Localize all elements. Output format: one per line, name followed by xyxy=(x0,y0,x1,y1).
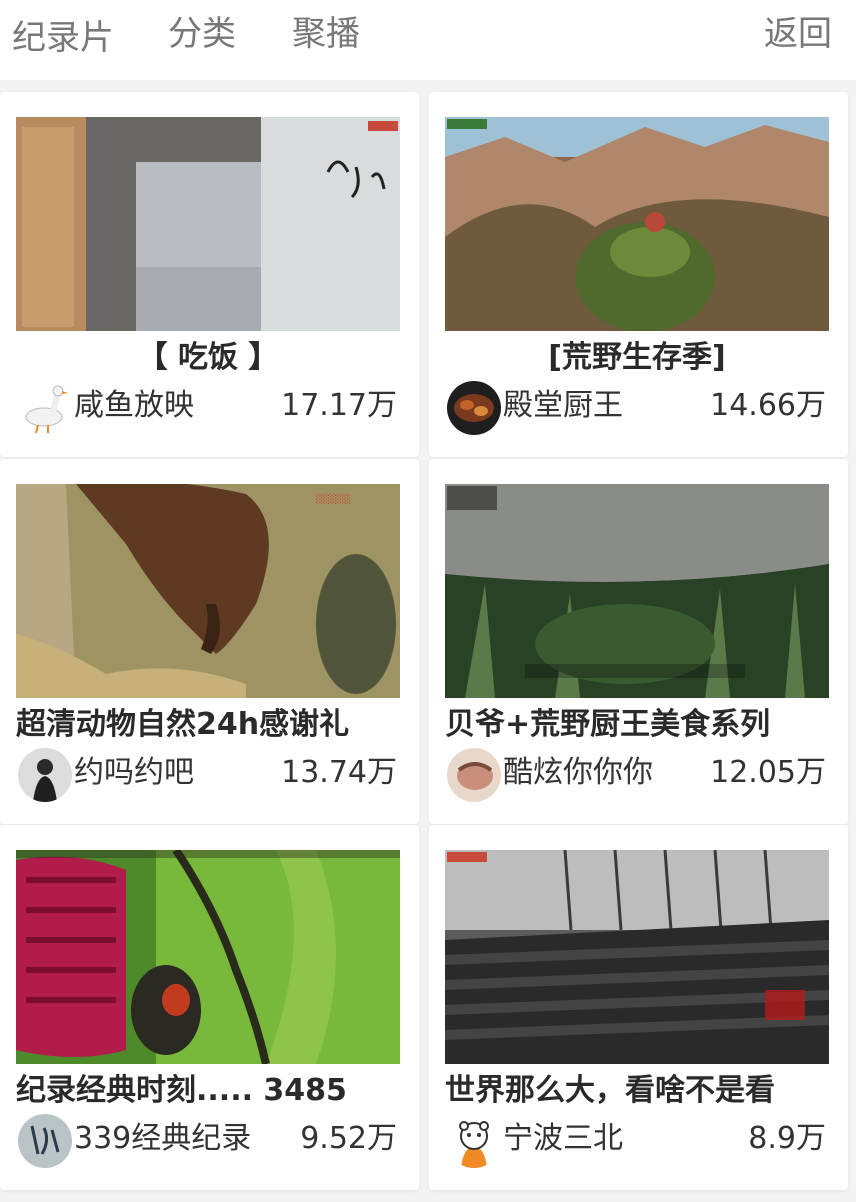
video-card[interactable]: 贝爷+荒野厨王美食系列 酷炫你你你 12.05万 xyxy=(429,459,848,824)
goose-icon[interactable] xyxy=(18,381,72,435)
video-thumbnail[interactable] xyxy=(445,850,829,1064)
face-avatar[interactable] xyxy=(447,748,501,802)
video-title[interactable]: 超清动物自然24h感谢礼 xyxy=(16,703,400,747)
uploader-name[interactable]: 殿堂厨王 xyxy=(503,384,703,428)
nav-tab-aggregate[interactable]: 聚播 xyxy=(292,12,360,56)
calligraphy-avatar[interactable] xyxy=(18,1114,72,1168)
video-title[interactable]: [荒野生存季] xyxy=(445,336,829,380)
person-avatar[interactable] xyxy=(18,748,72,802)
video-title[interactable]: 贝爷+荒野厨王美食系列 xyxy=(445,703,829,747)
video-card[interactable]: ░░░░░ 超清动物自然24h感谢礼 约吗约吧 13.74万 xyxy=(0,459,419,824)
food-avatar[interactable] xyxy=(447,381,501,435)
back-button[interactable]: 返回 xyxy=(764,12,832,56)
video-thumbnail[interactable] xyxy=(16,850,400,1064)
uploader-name[interactable]: 339经典纪录 xyxy=(74,1117,274,1161)
video-thumbnail[interactable]: ░░░░░ xyxy=(16,484,400,698)
cartoon-bear-avatar[interactable] xyxy=(447,1114,501,1168)
uploader-name[interactable]: 宁波三北 xyxy=(503,1117,703,1161)
view-count: 14.66万 xyxy=(710,388,826,423)
video-thumbnail[interactable] xyxy=(445,484,829,698)
uploader-name[interactable]: 约吗约吧 xyxy=(74,751,274,795)
video-thumbnail[interactable] xyxy=(16,117,400,331)
uploader-name[interactable]: 咸鱼放映 xyxy=(74,384,274,428)
video-card[interactable]: 世界那么大，看啥不是看 宁波三北 8.9万 xyxy=(429,825,848,1190)
view-count: 13.74万 xyxy=(281,755,397,790)
video-card[interactable]: [荒野生存季] 殿堂厨王 14.66万 xyxy=(429,92,848,457)
nav-tab-category[interactable]: 分类 xyxy=(168,12,236,56)
nav-tab-documentary[interactable]: 纪录片 xyxy=(12,16,114,60)
video-title[interactable]: 【 吃饭 】 xyxy=(16,336,400,380)
view-count: 9.52万 xyxy=(300,1121,397,1156)
video-card[interactable]: 纪录经典时刻..... 3485 339经典纪录 9.52万 xyxy=(0,825,419,1190)
view-count: 12.05万 xyxy=(710,755,826,790)
video-thumbnail[interactable] xyxy=(445,117,829,331)
video-title[interactable]: 世界那么大，看啥不是看 xyxy=(445,1069,829,1113)
video-card[interactable]: 【 吃饭 】 咸鱼放映 17.17万 xyxy=(0,92,419,457)
uploader-name[interactable]: 酷炫你你你 xyxy=(503,751,703,795)
video-title[interactable]: 纪录经典时刻..... 3485 xyxy=(16,1069,400,1113)
top-nav-bar: 纪录片 分类 聚播 返回 xyxy=(0,0,856,80)
svg-text:░░░░░: ░░░░░ xyxy=(316,493,351,505)
view-count: 17.17万 xyxy=(281,388,397,423)
view-count: 8.9万 xyxy=(748,1121,826,1156)
